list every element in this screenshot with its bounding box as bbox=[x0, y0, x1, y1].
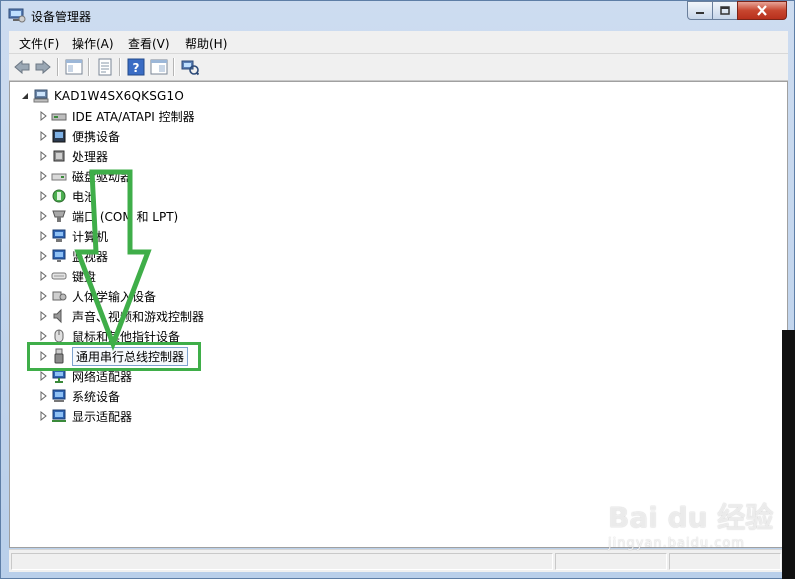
annotation-highlight-box bbox=[27, 342, 201, 371]
annotation-arrow bbox=[74, 169, 152, 352]
dark-background-edge bbox=[782, 330, 795, 579]
watermark-main-text: Bai du 经验 bbox=[608, 501, 774, 534]
baidu-watermark: Bai du 经验 jingyan.baidu.com bbox=[608, 496, 774, 551]
watermark-url-text: jingyan.baidu.com bbox=[608, 536, 745, 551]
